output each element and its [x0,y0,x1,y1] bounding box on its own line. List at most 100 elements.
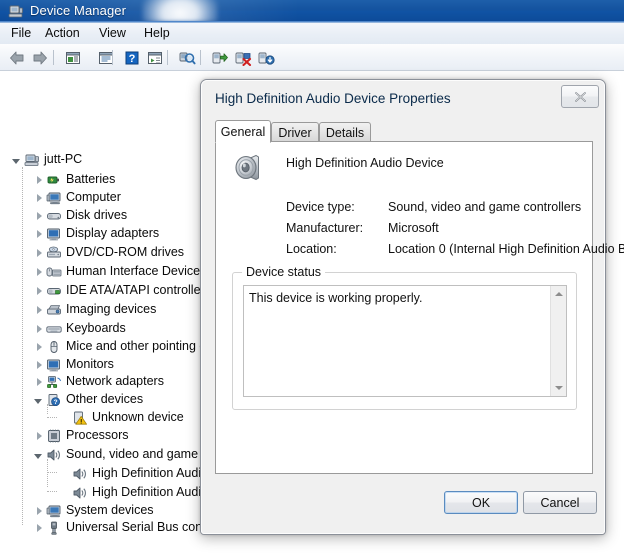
tree-item-label: Processors [66,428,129,442]
device-status-text: This device is working properly. [249,291,423,305]
ide-controller-icon [47,287,61,294]
tree-item-label: Imaging devices [66,302,157,316]
expand-arrow-icon[interactable] [30,321,46,337]
usb-controller-icon [51,521,57,535]
arrow-right-icon [33,51,47,64]
expand-arrow-icon[interactable] [30,374,46,390]
menu-help[interactable]: Help [139,25,175,42]
show-hide-console-tree-button[interactable] [62,47,84,68]
disable-device-icon [258,52,275,65]
tab-general[interactable]: General [215,120,271,143]
update-driver-button[interactable] [209,47,231,68]
other-devices-icon: ? [48,393,61,406]
expand-arrow-icon[interactable] [30,226,46,242]
expand-arrow-icon[interactable] [30,283,46,299]
expand-arrow-icon[interactable] [30,503,46,519]
sound-device-icon [47,449,60,460]
tree-item-unknown-device[interactable]: Unknown device [56,408,184,427]
expand-arrow-icon[interactable] [30,520,46,536]
scan-hardware-changes-button[interactable] [176,47,198,68]
tree-item-label: Network adapters [66,374,164,388]
disk-drive-icon [47,212,61,219]
location-label: Location: [286,242,337,256]
help-button[interactable]: ? [121,47,143,68]
back-button[interactable] [6,47,28,68]
scan-hardware-icon [179,52,196,64]
uninstall-device-icon [235,52,252,66]
scroll-up-button[interactable] [551,286,566,302]
menu-view[interactable]: View [94,25,131,42]
imaging-device-icon [47,304,61,314]
help-question-icon: ? [125,51,139,65]
close-x-icon [574,91,586,102]
toolbar-separator [200,50,201,65]
dialog-tabstrip: General Driver Details [215,120,593,143]
tree-connector [22,167,23,525]
dialog-title: High Definition Audio Device Properties [215,91,451,106]
properties-button[interactable] [95,47,117,68]
tree-item-label: Display adapters [66,226,160,240]
tree-item-display-adapters[interactable]: Display adapters [30,224,159,243]
general-tab-panel: High Definition Audio Device Device type… [215,141,624,474]
show-hide-action-pane-button[interactable] [144,47,166,68]
tree-item-batteries[interactable]: Batteries [30,170,115,189]
tree-item-root[interactable]: jutt-PC [8,150,82,169]
tree-item-ide-ata-atapi-controllers[interactable]: IDE ATA/ATAPI controllers [30,281,211,300]
display-adapter-icon [47,228,60,240]
sound-device-icon [73,487,86,498]
expand-arrow-icon[interactable] [30,264,46,280]
battery-icon [47,176,59,183]
console-tree-icon [66,51,80,64]
device-status-textbox[interactable]: This device is working properly. [243,285,567,397]
mouse-icon [50,340,58,353]
tab-details[interactable]: Details [319,122,371,142]
expand-arrow-icon[interactable] [30,208,46,224]
monitor-icon [47,359,60,371]
expand-arrow-icon[interactable] [30,302,46,318]
menu-file[interactable]: File [6,25,36,42]
keyboard-icon [46,325,62,333]
tree-item-keyboards[interactable]: Keyboards [30,319,126,338]
computer-root-icon [24,154,39,166]
window-titlebar: Device Manager [0,0,624,21]
ok-button[interactable]: OK [444,491,518,514]
tab-driver[interactable]: Driver [271,122,319,142]
tree-item-computer[interactable]: Computer [30,188,121,207]
device-type-value: Sound, video and game controllers [388,200,582,214]
tree-item-human-interface-devices[interactable]: Human Interface Devices [30,262,206,281]
tree-item-dvd-cdrom-drives[interactable]: DVD/CD-ROM drives [30,243,184,262]
expand-arrow-icon[interactable] [30,245,46,261]
device-manager-window: Device Manager File Action View Help ? j… [0,0,624,555]
device-status-group-label: Device status [242,265,326,279]
dialog-close-button[interactable] [561,85,599,108]
tree-item-imaging-devices[interactable]: Imaging devices [30,300,156,319]
tree-item-network-adapters[interactable]: Network adapters [30,372,164,391]
hid-icon [46,267,62,276]
expand-arrow-icon[interactable] [8,152,24,168]
toolbar-separator [53,50,54,65]
tree-item-processors[interactable]: Processors [30,426,129,445]
device-icon-wrapper [234,151,270,185]
cancel-button[interactable]: Cancel [523,491,597,514]
tree-item-disk-drives[interactable]: Disk drives [30,206,127,225]
disable-device-button[interactable] [255,47,277,68]
scroll-down-button[interactable] [551,380,566,396]
processor-icon [48,429,60,442]
expand-arrow-icon[interactable] [30,357,46,373]
uninstall-device-button[interactable] [232,47,254,68]
tree-item-other-devices[interactable]: ? Other devices [30,390,143,409]
expand-arrow-icon[interactable] [30,339,46,355]
expand-arrow-icon[interactable] [30,172,46,188]
status-scrollbar[interactable] [550,286,566,396]
svg-text:?: ? [129,53,136,65]
expand-arrow-icon[interactable] [30,392,46,408]
menu-action[interactable]: Action [40,25,85,42]
expand-arrow-icon[interactable] [30,447,46,463]
device-manager-icon [8,5,23,18]
forward-button[interactable] [29,47,51,68]
window-title: Device Manager [30,3,127,18]
expand-arrow-icon[interactable] [30,428,46,444]
tree-item-label: Batteries [66,172,116,186]
titlebar-highlight [142,0,218,21]
expand-arrow-icon[interactable] [30,190,46,206]
